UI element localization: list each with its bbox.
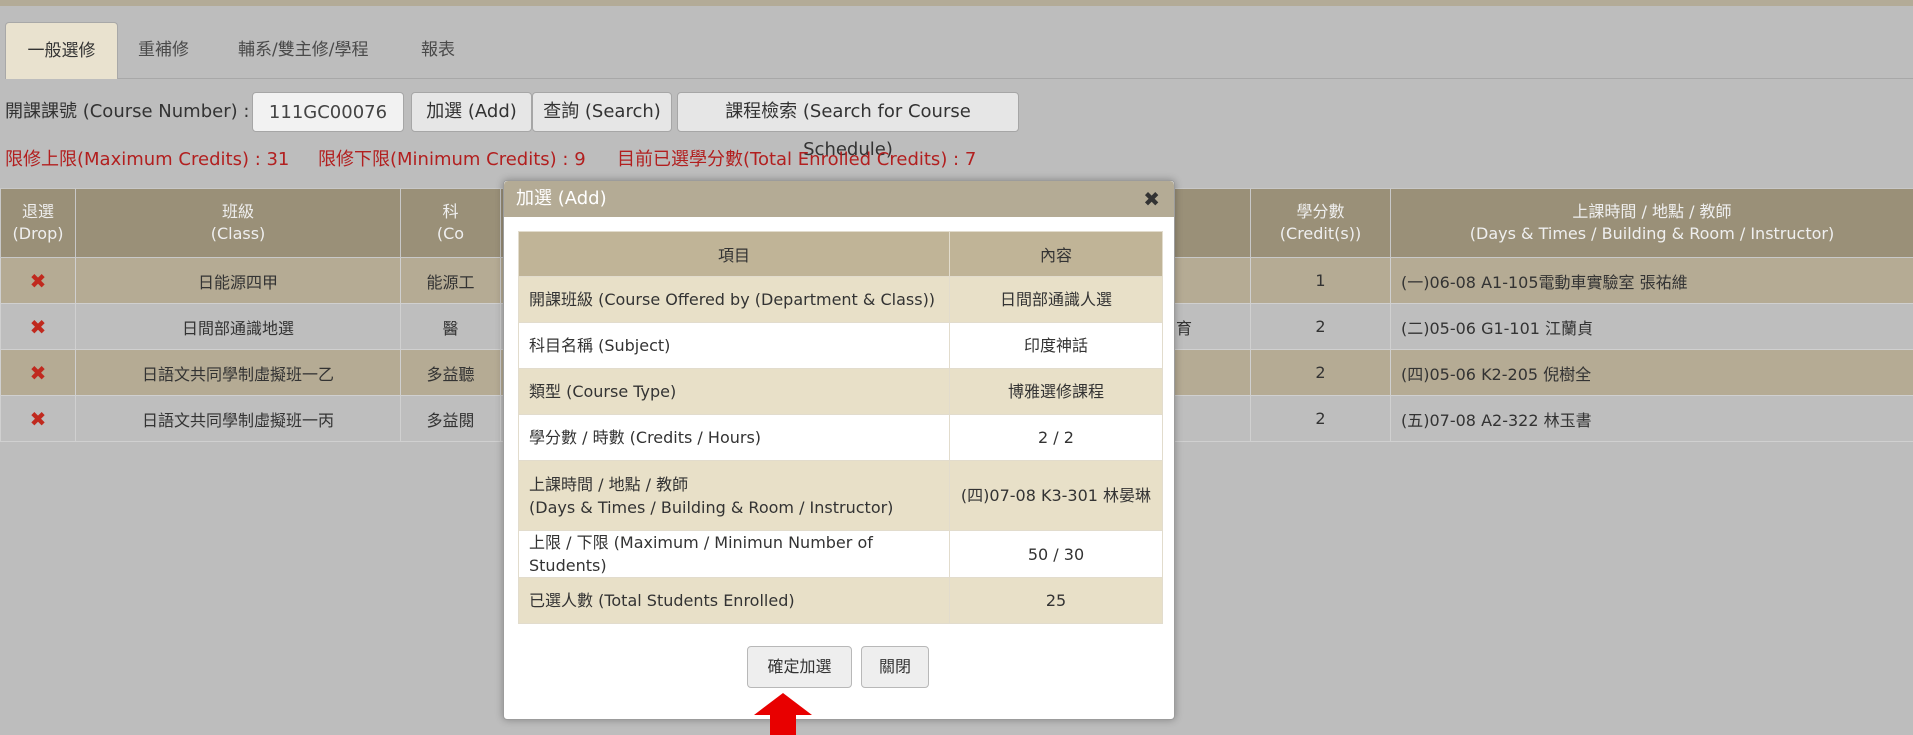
total-enrolled-credits: 目前已選學分數(Total Enrolled Credits) : 7 [617, 149, 977, 170]
course-number-label: 開課課號 (Course Number) : [5, 101, 250, 122]
course-cell: 醫 [400, 303, 501, 350]
tab-reports[interactable]: 報表 [421, 22, 471, 78]
course-detail-table: 項目 內容 開課班級 (Course Offered by (Departmen… [518, 231, 1163, 624]
close-icon[interactable]: ✖ [1143, 181, 1160, 217]
search-button[interactable]: 查詢 (Search) [532, 92, 672, 132]
dialog-header: 加選 (Add) ✖ [504, 181, 1174, 217]
detail-item: 類型 (Course Type) [518, 368, 950, 415]
detail-value: 50 / 30 [949, 530, 1163, 578]
drop-button[interactable]: ✖ [0, 349, 76, 396]
detail-row: 上課時間 / 地點 / 教師 (Days & Times / Building &… [518, 460, 1163, 531]
schedule-cell: (四)05-06 K2-205 倪樹全 [1390, 349, 1913, 396]
credits-cell: 2 [1250, 303, 1391, 350]
class-cell: 日語文共同學制虛擬班一丙 [75, 395, 401, 442]
detail-value: 印度神話 [949, 322, 1163, 369]
arrow-stem [770, 714, 796, 735]
close-icon[interactable]: ✖ [30, 361, 47, 385]
schedule-cell: (二)05-06 G1-101 江蘭貞 [1390, 303, 1913, 350]
col-content: 內容 [949, 231, 1163, 277]
course-number-input[interactable]: 111GC00076 [252, 92, 404, 132]
tab-general-elective[interactable]: 一般選修 [5, 22, 118, 79]
tab-bar: 一般選修 重補修 輔系/雙主修/學程 報表 [5, 22, 1913, 79]
detail-row: 類型 (Course Type) 博雅選修課程 [518, 368, 1163, 415]
credits-cell: 2 [1250, 395, 1391, 442]
course-cell: 多益閱 [400, 395, 501, 442]
close-icon[interactable]: ✖ [30, 269, 47, 293]
close-dialog-button[interactable]: 關閉 [861, 646, 929, 688]
close-icon[interactable]: ✖ [30, 315, 47, 339]
course-cell: 能源工 [400, 257, 501, 304]
drop-button[interactable]: ✖ [0, 395, 76, 442]
col-drop: 退選 (Drop) [0, 188, 76, 258]
tab-minor-double-major[interactable]: 輔系/雙主修/學程 [238, 22, 398, 78]
col-schedule: 上課時間 / 地點 / 教師 (Days & Times / Building &… [1390, 188, 1913, 258]
detail-row: 開課班級 (Course Offered by (Department & Cl… [518, 276, 1163, 323]
drop-button[interactable]: ✖ [0, 303, 76, 350]
add-button[interactable]: 加選 (Add) [411, 92, 532, 132]
credits-cell: 2 [1250, 349, 1391, 396]
class-cell: 日間部通識地選 [75, 303, 401, 350]
detail-value: 2 / 2 [949, 414, 1163, 461]
min-credits: 限修下限(Minimum Credits) : 9 [318, 149, 586, 170]
detail-header-row: 項目 內容 [518, 231, 1163, 277]
credits-cell: 1 [1250, 257, 1391, 304]
class-cell: 日語文共同學制虛擬班一乙 [75, 349, 401, 396]
detail-item: 開課班級 (Course Offered by (Department & Cl… [518, 276, 950, 323]
detail-value: 25 [949, 577, 1163, 624]
detail-item: 學分數 / 時數 (Credits / Hours) [518, 414, 950, 461]
dialog-title: 加選 (Add) [516, 188, 607, 209]
col-class: 班級 (Class) [75, 188, 401, 258]
course-schedule-search-button[interactable]: 課程檢索 (Search for Course Schedule) [677, 92, 1019, 160]
up-arrow-icon [754, 693, 812, 715]
add-course-dialog: 加選 (Add) ✖ 項目 內容 開課班級 (Course Offered by… [503, 180, 1175, 720]
schedule-cell: (五)07-08 A2-322 林玉書 [1390, 395, 1913, 442]
detail-item: 上限 / 下限 (Maximum / Minimun Number of Stu… [518, 530, 950, 578]
top-border [0, 0, 1913, 6]
max-credits: 限修上限(Maximum Credits) : 31 [5, 149, 290, 170]
detail-row: 上限 / 下限 (Maximum / Minimun Number of Stu… [518, 530, 1163, 578]
detail-row: 科目名稱 (Subject) 印度神話 [518, 322, 1163, 369]
class-cell: 日能源四甲 [75, 257, 401, 304]
tab-retake[interactable]: 重補修 [138, 22, 218, 78]
col-course: 科 (Co [400, 188, 501, 258]
col-credits: 學分數 (Credit(s)) [1250, 188, 1391, 258]
detail-row: 學分數 / 時數 (Credits / Hours) 2 / 2 [518, 414, 1163, 461]
col-item: 項目 [518, 231, 950, 277]
detail-item: 科目名稱 (Subject) [518, 322, 950, 369]
close-icon[interactable]: ✖ [30, 407, 47, 431]
confirm-add-button[interactable]: 確定加選 [747, 646, 852, 688]
drop-button[interactable]: ✖ [0, 257, 76, 304]
detail-value: 博雅選修課程 [949, 368, 1163, 415]
detail-item: 上課時間 / 地點 / 教師 (Days & Times / Building &… [518, 460, 950, 531]
detail-row: 已選人數 (Total Students Enrolled) 25 [518, 577, 1163, 624]
detail-value: 日間部通識人選 [949, 276, 1163, 323]
course-cell: 多益聽 [400, 349, 501, 396]
detail-item: 已選人數 (Total Students Enrolled) [518, 577, 950, 624]
detail-value: (四)07-08 K3-301 林晏琳 [949, 460, 1163, 531]
schedule-cell: (一)06-08 A1-105電動車實驗室 張祐維 [1390, 257, 1913, 304]
